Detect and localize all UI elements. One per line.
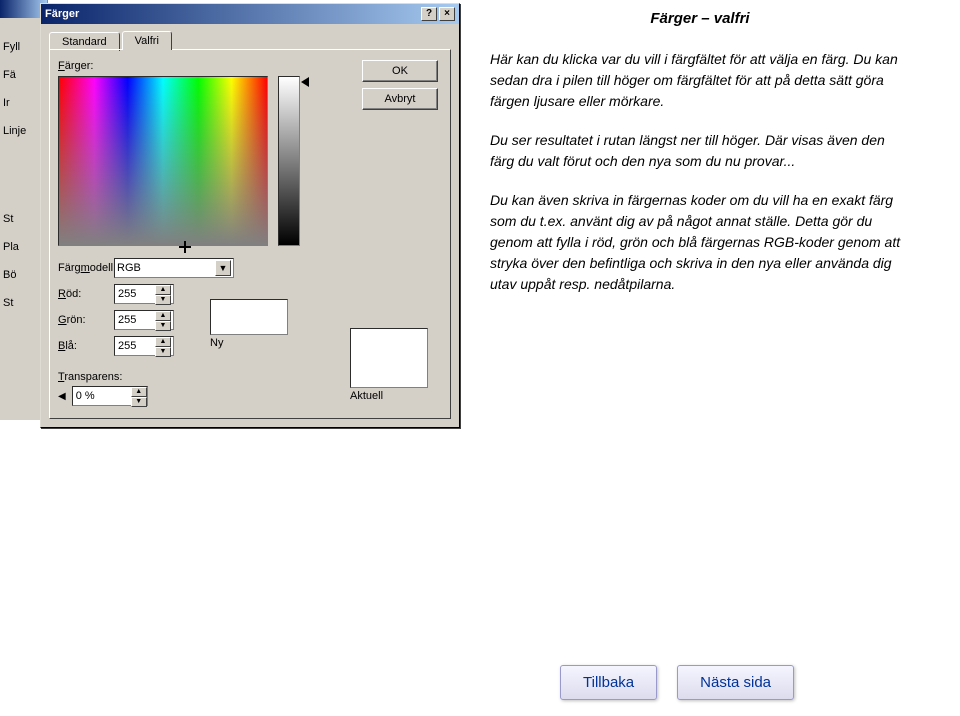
blue-field[interactable] [115, 337, 155, 355]
next-button[interactable]: Nästa sida [677, 665, 794, 700]
tab-valfri[interactable]: Valfri [122, 31, 172, 50]
titlebar[interactable]: Färger ? × [41, 4, 459, 24]
help-paragraph: Här kan du klicka var du vill i färgfält… [490, 49, 910, 112]
model-label: Färgmodell: [58, 262, 110, 274]
new-label: Ny [210, 337, 288, 349]
green-label: Grön: [58, 314, 110, 326]
crosshair-icon [179, 241, 191, 253]
blue-label: Blå: [58, 340, 110, 352]
back-button[interactable]: Tillbaka [560, 665, 657, 700]
green-field[interactable] [115, 311, 155, 329]
color-dialog: Färger ? × Standard Valfri Färger: OK Av… [40, 3, 460, 428]
spin-up-icon[interactable]: ▲ [155, 337, 171, 347]
cancel-button[interactable]: Avbryt [362, 88, 438, 110]
spin-up-icon[interactable]: ▲ [131, 387, 147, 397]
color-model-dropdown[interactable]: RGB ▼ [114, 258, 234, 278]
help-button[interactable]: ? [421, 7, 437, 21]
green-input[interactable]: ▲▼ [114, 310, 174, 330]
ok-button[interactable]: OK [362, 60, 438, 82]
spin-down-icon[interactable]: ▼ [131, 397, 147, 407]
current-color-swatch [350, 328, 428, 388]
red-field[interactable] [115, 285, 155, 303]
nav-buttons: Tillbaka Nästa sida [560, 665, 794, 700]
red-label: Röd: [58, 288, 110, 300]
tab-strip: Standard Valfri [41, 24, 459, 49]
current-label: Aktuell [350, 390, 428, 402]
transparency-value: 0 % [76, 390, 95, 402]
color-model-value: RGB [117, 262, 141, 274]
spin-down-icon[interactable]: ▼ [155, 347, 171, 357]
help-text: Färger – valfri Här kan du klicka var du… [490, 10, 910, 313]
transparency-label: Transparens: [58, 371, 148, 383]
dialog-title: Färger [45, 8, 79, 20]
page-title: Färger – valfri [490, 10, 910, 27]
lightness-arrow-icon[interactable] [301, 77, 309, 87]
new-color-swatch [210, 299, 288, 335]
chevron-down-icon[interactable]: ▼ [215, 260, 231, 276]
blue-input[interactable]: ▲▼ [114, 336, 174, 356]
lightness-bar[interactable] [278, 76, 300, 246]
spin-up-icon[interactable]: ▲ [155, 311, 171, 321]
red-input[interactable]: ▲▼ [114, 284, 174, 304]
transparency-input[interactable]: 0 % ▲▼ [72, 386, 148, 406]
help-paragraph: Du ser resultatet i rutan längst ner til… [490, 130, 910, 172]
help-paragraph: Du kan även skriva in färgernas koder om… [490, 190, 910, 295]
spin-down-icon[interactable]: ▼ [155, 295, 171, 305]
close-button[interactable]: × [439, 7, 455, 21]
tab-panel: Färger: OK Avbryt Färgmodell: RGB ▼ [49, 49, 451, 419]
spin-up-icon[interactable]: ▲ [155, 285, 171, 295]
spin-down-icon[interactable]: ▼ [155, 321, 171, 331]
slider-left-icon[interactable]: ◀ [58, 391, 66, 402]
hue-sat-field[interactable] [58, 76, 268, 246]
